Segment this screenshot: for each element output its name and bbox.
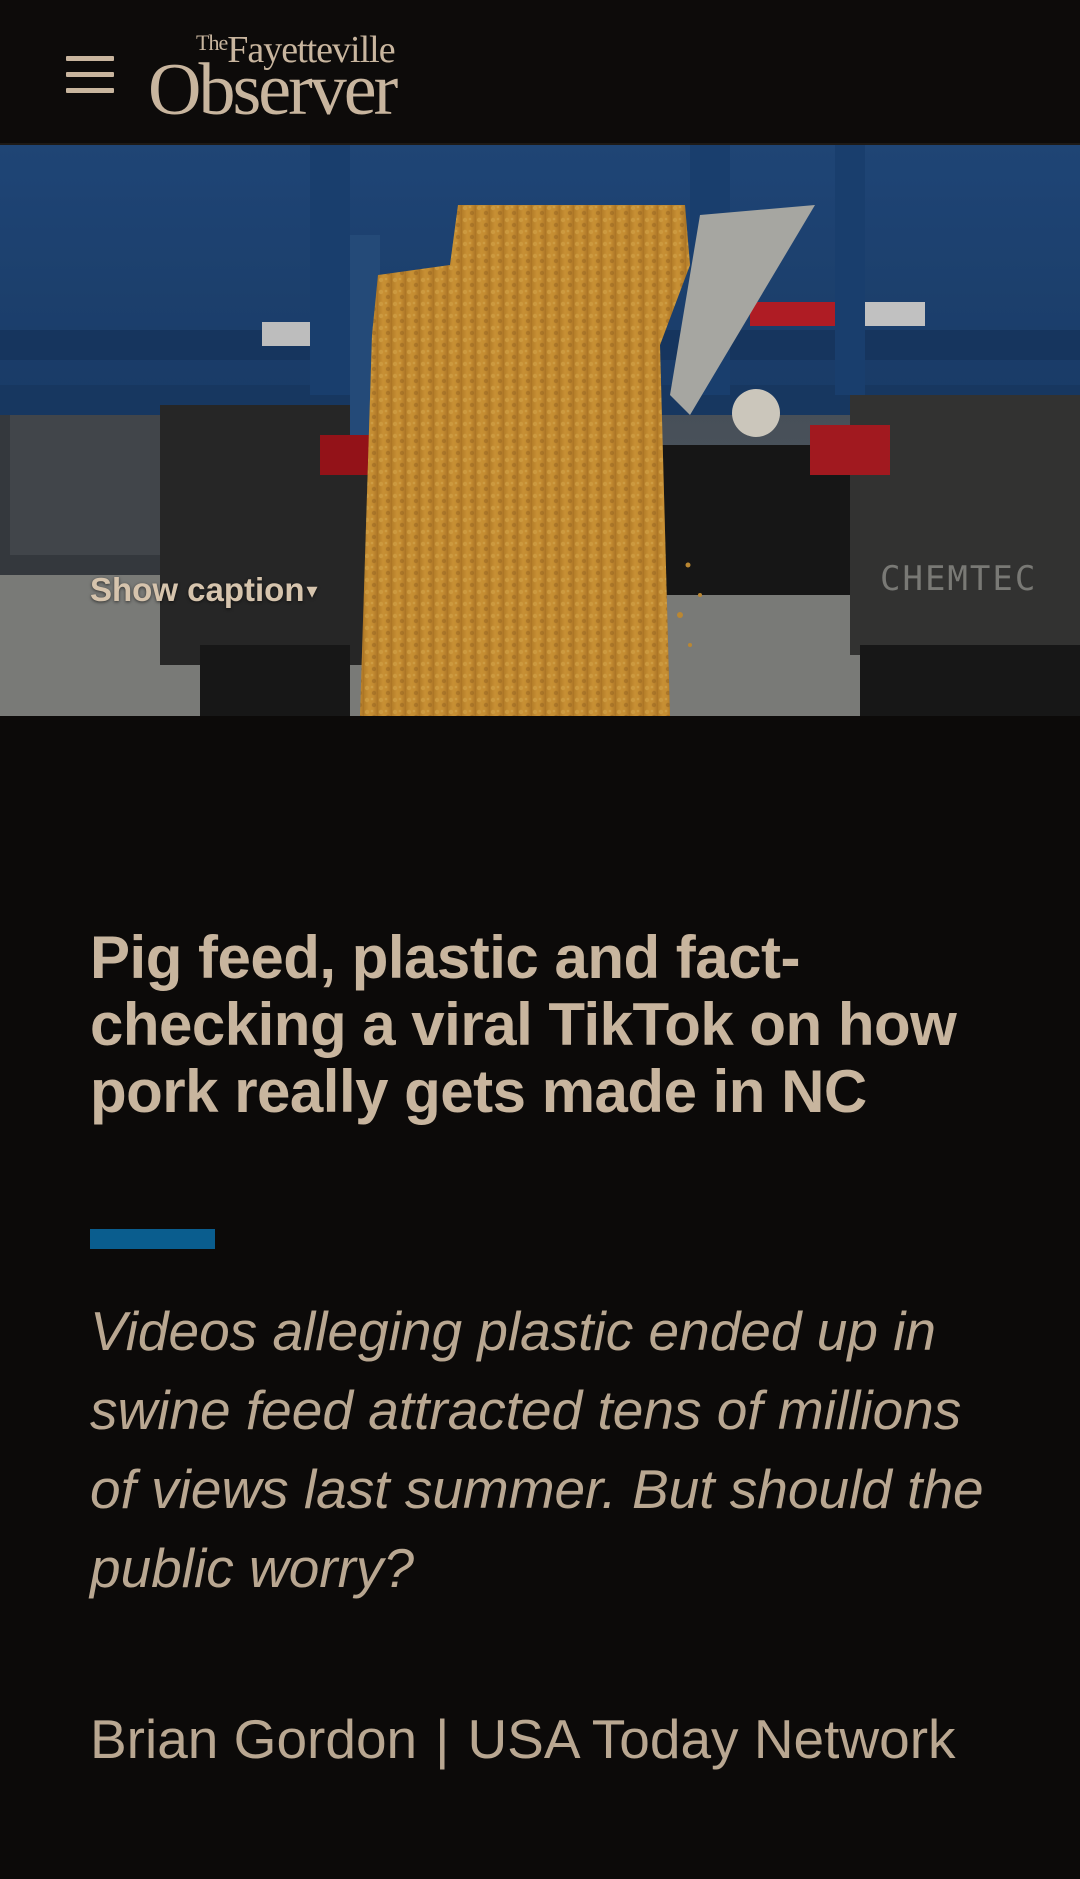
article-headline: Pig feed, plastic and fact-checking a vi… xyxy=(90,924,957,1125)
hero-image[interactable]: CHEMTEC Show caption▾ xyxy=(0,145,1080,716)
author-name[interactable]: Brian Gordon xyxy=(90,1708,417,1770)
byline-separator: | xyxy=(435,1708,450,1770)
caret-down-icon: ▾ xyxy=(306,578,318,603)
hero-photo-illustration: CHEMTEC xyxy=(0,145,1080,716)
show-caption-label: Show caption xyxy=(90,571,305,608)
article-deck: Videos alleging plastic ended up in swin… xyxy=(90,1300,984,1599)
logo-observer: Observer xyxy=(148,49,398,131)
hamburger-menu-icon[interactable] xyxy=(66,56,114,94)
show-caption-button[interactable]: Show caption▾ xyxy=(90,571,318,609)
article-byline: Brian Gordon | USA Today Network xyxy=(90,1704,990,1775)
site-logo[interactable]: TheFayetteville Observer xyxy=(148,28,420,127)
headline-accent-bar xyxy=(90,1229,215,1249)
top-nav-bar: TheFayetteville Observer xyxy=(0,0,1080,145)
outlet-name: USA Today Network xyxy=(467,1708,956,1770)
